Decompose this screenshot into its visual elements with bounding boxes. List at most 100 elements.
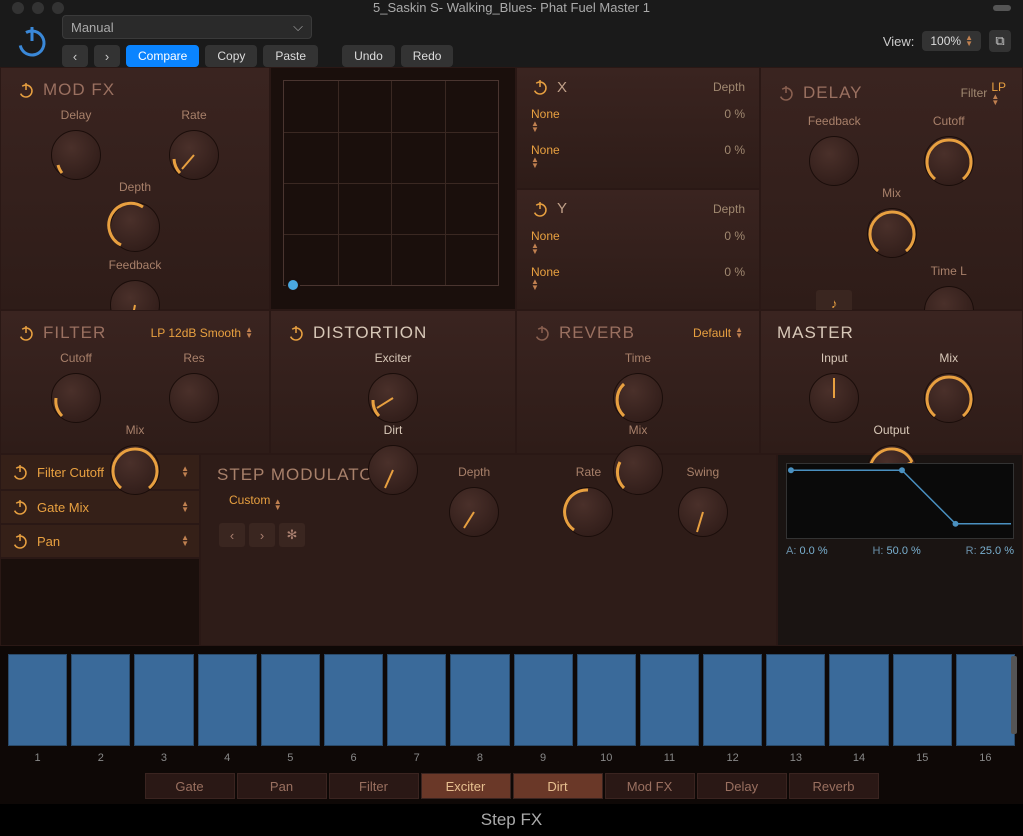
step-end-handle[interactable] (1011, 656, 1017, 734)
step[interactable]: 4 (198, 654, 257, 764)
plugin-power-icon[interactable] (12, 21, 52, 61)
stepmod-rate-knob[interactable] (563, 487, 613, 537)
tab-reverb[interactable]: Reverb (789, 773, 879, 799)
mod-target-item[interactable]: Pan▲▼ (0, 524, 200, 558)
filter-res-knob[interactable] (169, 373, 219, 423)
step[interactable]: 14 (829, 654, 888, 764)
step[interactable]: 16 (956, 654, 1015, 764)
modfx-rate-knob[interactable] (169, 130, 219, 180)
tab-mod-fx[interactable]: Mod FX (605, 773, 695, 799)
step[interactable]: 15 (893, 654, 952, 764)
x-depth-2[interactable]: 0 % (724, 143, 745, 169)
step-number: 16 (979, 752, 991, 764)
tab-gate[interactable]: Gate (145, 773, 235, 799)
delay-feedback-knob[interactable] (809, 136, 859, 186)
master-output-label: Output (873, 423, 909, 437)
tab-dirt[interactable]: Dirt (513, 773, 603, 799)
step[interactable]: 3 (134, 654, 193, 764)
mod-item-power-icon[interactable] (11, 532, 29, 550)
modfx-delay-knob[interactable] (51, 130, 101, 180)
mod-item-power-icon[interactable] (11, 498, 29, 516)
stepmod-next-button[interactable]: › (249, 523, 275, 547)
delay-feedback-label: Feedback (808, 114, 861, 128)
env-r-value[interactable]: 25.0 % (980, 545, 1014, 557)
step[interactable]: 6 (324, 654, 383, 764)
filter-power-icon[interactable] (17, 324, 35, 342)
minimize-icon[interactable] (993, 5, 1011, 11)
tab-delay[interactable]: Delay (697, 773, 787, 799)
xy-pad[interactable] (283, 80, 499, 286)
prev-preset-button[interactable]: ‹ (62, 45, 88, 67)
stepmod-settings-button[interactable]: ✻ (279, 523, 305, 547)
env-a-value[interactable]: 0.0 % (799, 545, 827, 557)
delay-mix-knob[interactable] (867, 208, 917, 258)
filter-cutoff-label: Cutoff (60, 351, 92, 365)
stepmod-depth-knob[interactable] (449, 487, 499, 537)
step[interactable]: 10 (577, 654, 636, 764)
modfx-depth-label: Depth (119, 180, 151, 194)
step[interactable]: 7 (387, 654, 446, 764)
x-depth-1[interactable]: 0 % (724, 107, 745, 133)
zoom-selector[interactable]: 100%▲▼ (922, 31, 981, 51)
distortion-power-icon[interactable] (287, 324, 305, 342)
step[interactable]: 1 (8, 654, 67, 764)
x-power-icon[interactable] (531, 78, 549, 96)
tab-pan[interactable]: Pan (237, 773, 327, 799)
preset-selector[interactable]: Manual ⌵ (62, 15, 312, 39)
tab-filter[interactable]: Filter (329, 773, 419, 799)
reverb-preset-selector[interactable]: Default ▲▼ (693, 326, 743, 340)
modfx-power-icon[interactable] (17, 81, 35, 99)
copy-button[interactable]: Copy (205, 45, 257, 67)
step[interactable]: 9 (514, 654, 573, 764)
reverb-power-icon[interactable] (533, 324, 551, 342)
reverb-time-knob[interactable] (613, 373, 663, 423)
delay-filter-selector[interactable]: LP ▲▼ (991, 80, 1006, 106)
step[interactable]: 12 (703, 654, 762, 764)
step[interactable]: 2 (71, 654, 130, 764)
redo-button[interactable]: Redo (401, 45, 454, 67)
link-icon[interactable]: ⧉ (989, 30, 1011, 52)
step-number: 7 (414, 752, 420, 764)
env-a-label: A: (786, 545, 796, 557)
tab-exciter[interactable]: Exciter (421, 773, 511, 799)
x-target-1[interactable]: None ▲▼ (531, 107, 560, 133)
next-preset-button[interactable]: › (94, 45, 120, 67)
delay-cutoff-knob[interactable] (924, 136, 974, 186)
distortion-panel: DISTORTION Exciter Dirt (270, 310, 516, 454)
dirt-knob[interactable] (368, 445, 418, 495)
filter-cutoff-knob[interactable] (51, 373, 101, 423)
y-power-icon[interactable] (531, 200, 549, 218)
exciter-knob[interactable] (368, 373, 418, 423)
stepmod-swing-knob[interactable] (678, 487, 728, 537)
filter-mix-knob[interactable] (110, 445, 160, 495)
env-h-value[interactable]: 50.0 % (887, 545, 921, 557)
envelope-display[interactable] (786, 463, 1014, 539)
modfx-depth-knob[interactable] (110, 202, 160, 252)
mod-target-item[interactable]: Gate Mix▲▼ (0, 490, 200, 524)
master-input-knob[interactable] (809, 373, 859, 423)
xy-assign-panel: XDepth None ▲▼0 % None ▲▼0 % YDepth None… (516, 67, 760, 310)
stepmod-prev-button[interactable]: ‹ (219, 523, 245, 547)
compare-button[interactable]: Compare (126, 45, 199, 67)
traffic-lights[interactable] (12, 2, 64, 14)
step[interactable]: 13 (766, 654, 825, 764)
reverb-mix-knob[interactable] (613, 445, 663, 495)
filter-res-label: Res (183, 351, 204, 365)
master-mix-knob[interactable] (924, 373, 974, 423)
step[interactable]: 5 (261, 654, 320, 764)
y-target-2[interactable]: None ▲▼ (531, 265, 560, 291)
x-target-2[interactable]: None ▲▼ (531, 143, 560, 169)
y-depth-2[interactable]: 0 % (724, 265, 745, 291)
delay-title: DELAY (803, 83, 863, 103)
y-depth-1[interactable]: 0 % (724, 229, 745, 255)
step[interactable]: 8 (450, 654, 509, 764)
delay-power-icon[interactable] (777, 84, 795, 102)
xy-handle[interactable] (286, 278, 300, 292)
distortion-title: DISTORTION (313, 323, 427, 343)
step-number: 2 (98, 752, 104, 764)
step[interactable]: 11 (640, 654, 699, 764)
y-target-1[interactable]: None ▲▼ (531, 229, 560, 255)
filter-mode-selector[interactable]: LP 12dB Smooth ▲▼ (151, 326, 253, 340)
paste-button[interactable]: Paste (263, 45, 318, 67)
undo-button[interactable]: Undo (342, 45, 395, 67)
